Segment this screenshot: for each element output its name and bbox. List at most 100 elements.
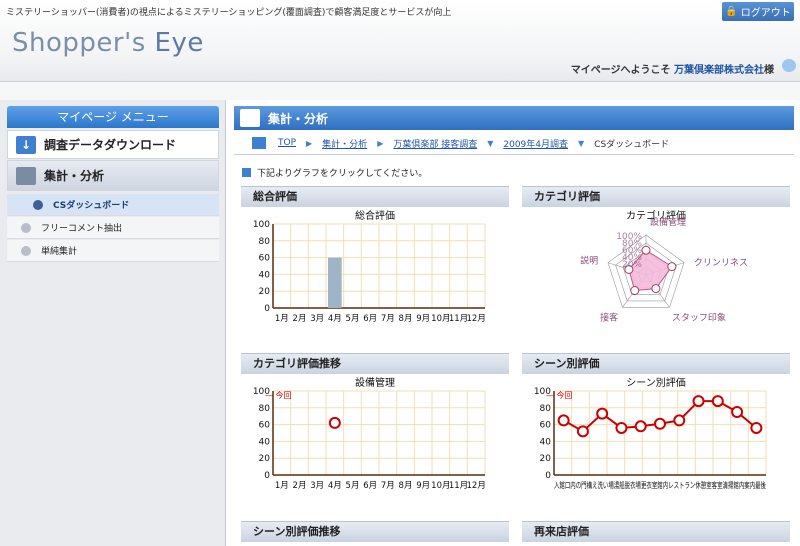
- home-icon: [252, 137, 266, 149]
- breadcrumb-top[interactable]: TOP: [278, 138, 296, 148]
- x-tick-label: 10月: [431, 481, 450, 491]
- x-tick-label: 4月: [328, 481, 342, 491]
- chart-title: シーン別評価: [626, 376, 686, 389]
- y-tick-label: 20: [259, 454, 271, 464]
- y-tick-label: 60: [259, 421, 271, 431]
- arrow-circle-icon: [21, 245, 31, 256]
- bar-chart-icon: [16, 166, 36, 185]
- breadcrumb: TOP ▶ 集計・分析 ▶ 万葉倶楽部 接客調査 ▼ 2009年4月調査 ▼ C…: [252, 136, 669, 150]
- data-point: [731, 406, 744, 418]
- radar-axis-label: 設備管理: [650, 216, 686, 228]
- chevron-right-icon: ▶: [377, 138, 384, 148]
- y-tick-label: 20: [259, 287, 271, 297]
- divider: [234, 154, 794, 155]
- x-tick-label: 12月: [467, 314, 486, 324]
- data-point: [634, 420, 647, 433]
- arrow-circle-icon: [33, 199, 43, 210]
- y-tick-label: 0: [264, 471, 270, 481]
- x-tick-label: 11月: [449, 481, 468, 491]
- radar-point: [641, 245, 651, 255]
- logo-text-eye: Eye: [154, 28, 204, 58]
- arrow-circle-icon: [21, 222, 31, 233]
- data-point: [596, 407, 609, 420]
- chevron-down-icon: ▼: [487, 138, 494, 148]
- welcome-prefix: マイページへようこそ: [570, 65, 674, 76]
- scene-chart[interactable]: シーン別評価020406080100— 今回入館口内の門構え洗い場湯船脱衣場更衣…: [522, 375, 790, 499]
- x-tick-label: 6月: [363, 314, 377, 324]
- data-point: [711, 395, 724, 408]
- logout-label: ログアウト: [740, 8, 791, 19]
- company-link[interactable]: 万葉倶楽部株式会社: [674, 65, 764, 76]
- radar-point: [651, 284, 661, 294]
- data-point: [750, 421, 763, 434]
- y-tick-label: 60: [259, 254, 271, 264]
- radar-axis-label: 接客: [600, 312, 618, 324]
- tagline: ミステリーショッパー(消費者)の視点によるミステリーショッピング(覆面調査)で顧…: [6, 8, 452, 18]
- panel-heading-overall: 総合評価: [241, 186, 509, 207]
- sidebar-item-aggregate[interactable]: 集計・分析: [7, 160, 219, 191]
- panel-heading-revisit: 再来店評価: [522, 521, 790, 542]
- y-tick-label: 20: [540, 454, 552, 464]
- category-radar-chart[interactable]: カテゴリ評価設備管理クリンリネススタッフ印象接客説明100%80%60%40%2…: [522, 208, 790, 332]
- logo[interactable]: Shopper's Eye: [12, 28, 204, 58]
- sidebar-subitem-free-comment[interactable]: フリーコメント抽出: [7, 217, 219, 239]
- panel-heading-scene: シーン別評価: [522, 353, 790, 374]
- x-tick-label: 1月: [275, 314, 289, 324]
- radar-ring-label: 20%: [622, 260, 642, 270]
- chart-title: 設備管理: [355, 376, 395, 389]
- sidebar-item-label: 集計・分析: [44, 169, 105, 183]
- chat-bubble-icon[interactable]: [782, 59, 796, 72]
- chevron-right-icon: ▶: [306, 138, 313, 148]
- x-tick-label: 8月: [399, 314, 413, 324]
- panel-heading-scene-trend: シーン別評価推移: [241, 521, 509, 542]
- breadcrumb-survey[interactable]: 万葉倶楽部 接客調査: [393, 137, 477, 150]
- data-point: [557, 414, 570, 427]
- breadcrumb-month[interactable]: 2009年4月調査: [503, 137, 568, 150]
- y-tick-label: 0: [264, 304, 270, 314]
- site-header: ミステリーショッパー(消費者)の視点によるミステリーショッピング(覆面調査)で顧…: [0, 0, 800, 82]
- radar-axis-label: 説明: [580, 254, 598, 266]
- y-tick-label: 40: [259, 270, 271, 280]
- x-tick-label: 3月: [310, 481, 324, 491]
- panel-heading-category: カテゴリ評価: [522, 186, 790, 207]
- data-point: [692, 395, 705, 408]
- y-tick-label: 80: [259, 404, 271, 414]
- x-tick-label: 9月: [416, 481, 430, 491]
- header-band: [0, 82, 800, 100]
- data-point: [615, 421, 628, 434]
- x-tick-label: 9月: [416, 314, 430, 324]
- x-tick-label: 5月: [346, 314, 360, 324]
- logout-button[interactable]: 🔒 ログアウト: [722, 2, 794, 21]
- data-point: [673, 414, 686, 427]
- breadcrumb-aggregate[interactable]: 集計・分析: [322, 137, 367, 150]
- lock-icon: 🔒: [725, 6, 738, 17]
- data-point: [328, 416, 341, 429]
- welcome-suffix: 様: [764, 65, 774, 76]
- chart-title: 総合評価: [355, 209, 395, 222]
- page-heading: 集計・分析: [234, 106, 794, 130]
- sidebar-item-download[interactable]: ↓ 調査データダウンロード: [7, 130, 219, 159]
- y-tick-label: 40: [540, 437, 552, 447]
- category-trend-chart[interactable]: 設備管理020406080100— 今回1月 2月 3月 4月 5月 6月 7月 8月 9月 10…: [241, 375, 509, 499]
- sidebar-subitem-label: 単純集計: [41, 247, 78, 257]
- x-tick-label: 4月: [328, 314, 342, 324]
- welcome-message: マイページへようこそ 万葉倶楽部株式会社様: [571, 61, 774, 76]
- x-tick-label: 7月: [381, 314, 395, 324]
- logo-text: Shopper's: [12, 28, 155, 58]
- chevron-down-icon: ▼: [578, 138, 585, 148]
- sidebar-subitem-simple-tally[interactable]: 単純集計: [7, 240, 219, 262]
- page-title: 集計・分析: [268, 111, 329, 126]
- sidebar-title: マイページ メニュー: [7, 106, 219, 128]
- x-tick-label: 8月: [399, 481, 413, 491]
- y-tick-label: 80: [259, 237, 271, 247]
- radar-point: [667, 262, 677, 272]
- overall-chart[interactable]: 総合評価 0 20 40 60 80 100 1月 2月 3月 4月 5月 6月 7月 8月 9月 10月11月…: [241, 208, 509, 332]
- x-tick-label: 入館口内の門構え洗い場湯船脱衣場更衣室館内レストラン休憩室客室清掃館内案内最後: [554, 480, 766, 490]
- x-tick-label: 7月: [381, 481, 395, 491]
- sidebar-subitem-label: フリーコメント抽出: [41, 224, 123, 234]
- download-icon: ↓: [16, 135, 36, 154]
- sidebar-subitem-cs-dashboard[interactable]: CSダッシュボード: [7, 194, 219, 216]
- data-point: [576, 425, 589, 438]
- x-tick-label: 3月: [310, 314, 324, 324]
- bar: [328, 257, 342, 308]
